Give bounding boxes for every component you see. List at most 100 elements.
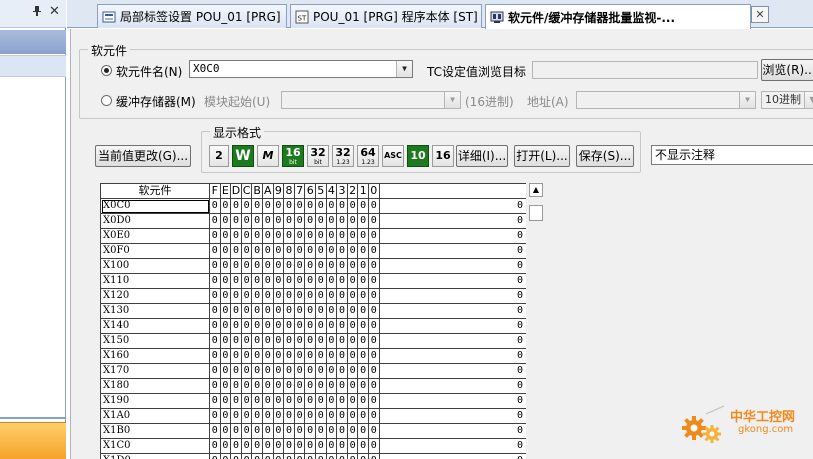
bit-cell[interactable]: 0 [263,334,274,349]
bit-cell[interactable]: 0 [231,259,242,274]
bit-cell[interactable]: 0 [263,424,274,439]
bit-cell[interactable]: 0 [231,229,242,244]
bit-cell[interactable]: 0 [316,409,327,424]
bit-cell[interactable]: 0 [252,394,263,409]
bit-cell[interactable]: 0 [284,304,295,319]
bit-cell[interactable]: 0 [273,244,285,259]
bit-cell[interactable]: 0 [263,274,274,289]
bit-cell[interactable]: 0 [347,409,359,424]
bit-cell[interactable]: 0 [220,199,232,214]
bit-cell[interactable]: 0 [294,199,306,214]
bit-cell[interactable]: 0 [252,289,263,304]
bit-cell[interactable]: 0 [252,424,263,439]
bit-cell[interactable]: 0 [337,319,348,334]
bit-cell[interactable]: 0 [231,379,242,394]
bit-cell[interactable]: 0 [326,379,338,394]
bit-cell[interactable]: 0 [358,364,369,379]
bit-cell[interactable]: 0 [326,244,338,259]
bit-cell[interactable]: 0 [263,304,274,319]
bit-cell[interactable]: 0 [305,229,316,244]
device-name-cell[interactable]: X100 [101,259,210,274]
bit-cell[interactable]: 0 [294,304,306,319]
bit-cell[interactable]: 0 [337,289,348,304]
tab-local-label-settings[interactable]: 局部标签设置 POU_01 [PRG] [97,4,287,28]
bit-cell[interactable]: 0 [305,274,316,289]
bit-cell[interactable]: 0 [252,259,263,274]
bit-cell[interactable]: 0 [337,439,348,454]
bit-cell[interactable]: 0 [369,349,380,364]
bit-cell[interactable]: 0 [263,439,274,454]
bit-cell[interactable]: 0 [294,259,306,274]
bit-cell[interactable]: 0 [263,454,274,459]
current-value-cell[interactable]: 0 [379,214,526,229]
format-word-button[interactable]: W [232,145,254,167]
bit-cell[interactable]: 0 [337,274,348,289]
bit-cell[interactable]: 0 [241,274,253,289]
current-value-cell[interactable]: 0 [379,424,526,439]
bit-cell[interactable]: 0 [220,394,232,409]
bit-cell[interactable]: 0 [369,244,380,259]
bit-cell[interactable]: 0 [326,409,338,424]
bit-cell[interactable]: 0 [305,439,316,454]
bit-cell[interactable]: 0 [252,364,263,379]
device-name-radio[interactable] [101,65,112,76]
bit-cell[interactable]: 0 [305,244,316,259]
bit-cell[interactable]: 0 [369,379,380,394]
bit-cell[interactable]: 0 [337,424,348,439]
format-hex-button[interactable]: 16 [432,145,454,167]
device-name-cell[interactable]: X1B0 [101,424,210,439]
address-combo[interactable]: ▼ [576,91,756,109]
device-name-cell[interactable]: X170 [101,364,210,379]
bit-cell[interactable]: 0 [252,349,263,364]
bit-cell[interactable]: 0 [326,394,338,409]
bit-cell[interactable]: 0 [326,454,338,459]
bit-cell[interactable]: 0 [358,439,369,454]
table-row[interactable]: X1A0 0 0 0 0 0 0 0 0 0 0 0 0 0 0 0 0 0 [101,409,526,424]
bit-cell[interactable]: 0 [284,319,295,334]
bit-cell[interactable]: 0 [316,304,327,319]
bit-cell[interactable]: 0 [347,454,359,459]
bit-cell[interactable]: 0 [231,439,242,454]
table-row[interactable]: X170 0 0 0 0 0 0 0 0 0 0 0 0 0 0 0 0 0 [101,364,526,379]
bit-cell[interactable]: 0 [273,319,285,334]
bit-cell[interactable]: 0 [210,259,221,274]
current-value-cell[interactable]: 0 [379,379,526,394]
bit-cell[interactable]: 0 [210,289,221,304]
bit-cell[interactable]: 0 [263,394,274,409]
bit-cell[interactable]: 0 [358,334,369,349]
table-row[interactable]: X120 0 0 0 0 0 0 0 0 0 0 0 0 0 0 0 0 0 [101,289,526,304]
dock-section-item[interactable] [0,55,66,77]
bit-cell[interactable]: 0 [273,454,285,459]
device-name-cell[interactable]: X120 [101,289,210,304]
bit-cell[interactable]: 0 [210,454,221,459]
bit-cell[interactable]: 0 [273,379,285,394]
bit-cell[interactable]: 0 [231,394,242,409]
bit-cell[interactable]: 0 [231,454,242,459]
current-value-cell[interactable]: 0 [379,364,526,379]
bit-cell[interactable]: 0 [241,424,253,439]
bit-cell[interactable]: 0 [305,424,316,439]
device-name-cell[interactable]: X190 [101,394,210,409]
bit-cell[interactable]: 0 [369,334,380,349]
bit-cell[interactable]: 0 [347,439,359,454]
bit-cell[interactable]: 0 [273,334,285,349]
bit-cell[interactable]: 0 [284,229,295,244]
bit-cell[interactable]: 0 [263,409,274,424]
bit-cell[interactable]: 0 [241,304,253,319]
table-row[interactable]: X1C0 0 0 0 0 0 0 0 0 0 0 0 0 0 0 0 0 0 [101,439,526,454]
bit-cell[interactable]: 0 [337,304,348,319]
bit-cell[interactable]: 0 [263,244,274,259]
bit-cell[interactable]: 0 [273,199,285,214]
bit-cell[interactable]: 0 [316,244,327,259]
device-name-cell[interactable]: X0E0 [101,229,210,244]
bit-cell[interactable]: 0 [252,229,263,244]
bit-cell[interactable]: 0 [294,319,306,334]
bit-cell[interactable]: 0 [316,199,327,214]
bit-cell[interactable]: 0 [252,409,263,424]
bit-cell[interactable]: 0 [305,214,316,229]
device-name-cell[interactable]: X1D0 [101,454,210,459]
bit-cell[interactable]: 0 [220,289,232,304]
bit-cell[interactable]: 0 [358,349,369,364]
bit-cell[interactable]: 0 [347,379,359,394]
bit-cell[interactable]: 0 [220,409,232,424]
